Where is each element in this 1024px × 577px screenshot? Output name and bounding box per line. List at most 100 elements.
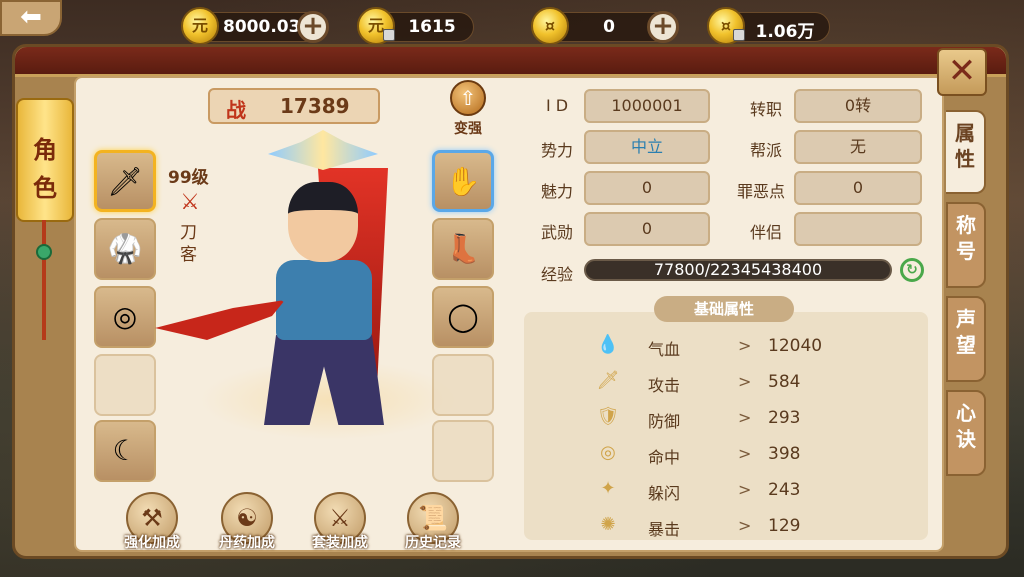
character-scroll-tab[interactable]: 角 色: [16, 98, 74, 222]
currency-bound-gold-value: 1615: [408, 17, 456, 37]
tab-attributes[interactable]: 属性: [946, 110, 986, 194]
currency-gold: 元 8000.03 +: [181, 7, 329, 45]
jade-knot-icon: [36, 244, 52, 260]
add-coin-button[interactable]: +: [647, 11, 679, 43]
evil-points-label: 罪恶点: [736, 182, 785, 201]
character-title-crown: [268, 130, 378, 170]
currency-bound-coin: ¤ 1.06万: [707, 7, 830, 45]
stat-arrow: >: [738, 372, 752, 391]
empty-equipment-slot[interactable]: [432, 420, 494, 482]
enhance-bonus-button[interactable]: ⚒ 强化加成: [112, 492, 192, 554]
stat-value: 293: [768, 408, 801, 428]
empty-equipment-slot[interactable]: [94, 354, 156, 416]
set-bonus-button[interactable]: ⚔ 套装加成: [300, 492, 380, 554]
stat-value: 584: [768, 372, 801, 392]
back-button[interactable]: ⬅: [0, 0, 62, 36]
empty-equipment-slot[interactable]: [432, 354, 494, 416]
exp-bar: 77800/22345438400: [584, 259, 892, 281]
tab-mind-skills[interactable]: 心诀: [946, 390, 986, 476]
boots-icon: 👢: [445, 232, 481, 265]
weapon-icon: 🗡: [107, 165, 143, 198]
exp-refresh-icon[interactable]: ↻: [900, 258, 924, 282]
character-head: [288, 182, 358, 262]
ring-icon: ◯: [447, 300, 479, 333]
strengthen-icon: ⇧: [450, 80, 486, 116]
guild-value: 无: [794, 130, 922, 164]
target-icon: ◎: [600, 442, 616, 463]
stat-value: 398: [768, 444, 801, 464]
stat-arrow: >: [738, 480, 752, 499]
exp-label: 经验: [540, 265, 573, 284]
stat-name: 攻击: [648, 376, 681, 395]
currency-gold-value: 8000.03: [223, 17, 301, 37]
close-button[interactable]: ✕: [937, 48, 987, 96]
tab-reputation[interactable]: 声望: [946, 296, 986, 382]
stat-name: 命中: [648, 448, 681, 467]
bracelet-slot[interactable]: ◎: [94, 286, 156, 348]
scroll-tab-char-1: 角: [33, 136, 57, 164]
pendant-icon: ☾: [112, 434, 138, 467]
stat-arrow: >: [738, 444, 752, 463]
pendant-slot[interactable]: ☾: [94, 420, 156, 482]
scroll-tassel: [42, 220, 46, 340]
lock-icon: [383, 29, 395, 41]
combat-power: 战 17389: [208, 88, 380, 124]
rebirth-value: 0转: [794, 89, 922, 123]
panel-header-bar: [15, 47, 1006, 77]
dodge-icon: ✦: [600, 478, 616, 499]
stat-value: 243: [768, 480, 801, 500]
stat-row-accuracy: ◎ 命中 > 398: [596, 440, 926, 470]
id-label: I D: [545, 96, 569, 115]
scroll-tab-char-2: 色: [33, 174, 57, 202]
stat-name: 暴击: [648, 520, 681, 539]
partner-value: [794, 212, 922, 246]
merit-label: 武勋: [540, 223, 573, 242]
guild-label: 帮派: [749, 141, 782, 160]
currency-coin-value: 0: [603, 17, 615, 37]
charm-label: 魅力: [540, 182, 573, 201]
evil-points-value: 0: [794, 171, 922, 205]
character-model[interactable]: [155, 130, 460, 450]
stat-row-hp: 💧 气血 > 12040: [596, 332, 926, 362]
drop-icon: 💧: [596, 334, 620, 355]
lock-icon: [733, 29, 745, 41]
gloves-icon: ✋: [445, 165, 481, 198]
coin-icon: ¤: [531, 7, 569, 45]
enhance-bonus-label: 强化加成: [124, 535, 180, 551]
stat-value: 129: [768, 516, 801, 536]
base-attributes-title: 基础属性: [654, 296, 794, 322]
elixir-bonus-button[interactable]: ☯ 丹药加成: [207, 492, 287, 554]
elixir-bonus-label: 丹药加成: [219, 535, 275, 551]
character-class: 刀客: [180, 223, 197, 265]
stat-arrow: >: [738, 516, 752, 535]
bracelet-icon: ◎: [112, 300, 138, 333]
history-button[interactable]: 📜 历史记录: [393, 492, 473, 554]
combat-power-value: 17389: [280, 94, 350, 118]
stat-row-crit: ✺ 暴击 > 129: [596, 512, 926, 542]
charm-value: 0: [584, 171, 710, 205]
gold-ingot-icon: 元: [181, 7, 219, 45]
faction-label: 势力: [540, 141, 573, 160]
sword-icon: 🗡: [596, 370, 620, 391]
armor-slot[interactable]: 🥋: [94, 218, 156, 280]
gloves-slot[interactable]: ✋: [432, 150, 494, 212]
shield-icon: 🛡: [596, 406, 620, 427]
id-value: 1000001: [584, 89, 710, 123]
stat-value: 12040: [768, 336, 823, 356]
stat-row-defense: 🛡 防御 > 293: [596, 404, 926, 434]
stat-row-attack: 🗡 攻击 > 584: [596, 368, 926, 398]
merit-value: 0: [584, 212, 710, 246]
armor-icon: 🥋: [107, 232, 143, 265]
weapon-slot[interactable]: 🗡: [94, 150, 156, 212]
currency-coin: ¤ 0 +: [531, 7, 679, 45]
add-gold-button[interactable]: +: [297, 11, 329, 43]
combat-power-label: 战: [226, 98, 246, 122]
currency-bound-coin-value: 1.06万: [755, 22, 815, 42]
stat-name: 防御: [648, 412, 681, 431]
history-label: 历史记录: [405, 535, 461, 551]
ring-slot[interactable]: ◯: [432, 286, 494, 348]
boots-slot[interactable]: 👢: [432, 218, 494, 280]
stat-name: 气血: [648, 340, 681, 359]
tab-titles[interactable]: 称号: [946, 202, 986, 288]
partner-label: 伴侣: [749, 223, 782, 242]
